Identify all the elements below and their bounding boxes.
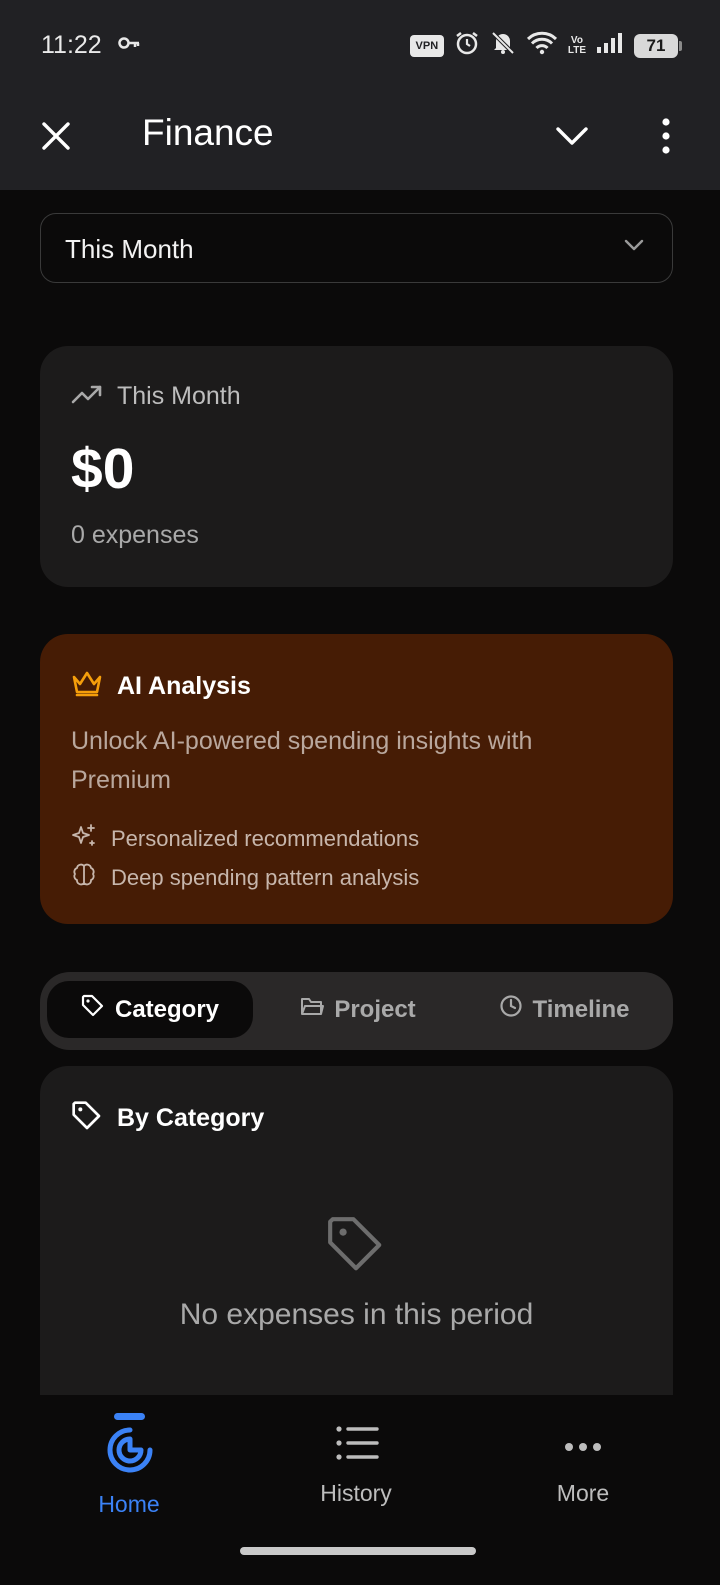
nav-history[interactable]: History [236,1395,476,1535]
ai-analysis-header: AI Analysis [71,670,251,703]
view-tabs: Category Project Timeline [40,972,673,1050]
gesture-handle[interactable] [240,1547,476,1555]
period-select-value: This Month [65,234,194,264]
summary-amount: $0 [71,437,135,501]
volte-top: Vo [570,34,583,46]
empty-state-text: No expenses in this period [179,1298,534,1331]
volte-bottom: LTE [567,44,586,56]
ai-analysis-description: Unlock AI-powered spending insights with… [71,727,533,794]
tab-label: Timeline [532,995,630,1023]
chevron-down-icon [555,125,589,152]
status-time: 11:22 [41,31,102,59]
clock-icon [499,994,523,1025]
summary-count: 0 expenses [71,521,199,549]
by-category-header: By Category [71,1100,264,1137]
crown-icon [71,670,103,703]
vpn-icon: VPN [409,34,444,57]
tab-project[interactable]: Project [258,981,458,1038]
close-icon [41,121,71,156]
feature-item: Deep spending pattern analysis [71,862,419,894]
active-indicator [114,1413,145,1420]
overflow-menu-button[interactable] [648,114,684,162]
signal-icon [596,32,624,59]
by-category-title: By Category [117,1104,265,1132]
status-icons: VPN Vo LTE 71 [409,30,682,61]
tag-icon [325,1214,387,1281]
feature-label: Personalized recommendations [111,826,420,851]
ai-analysis-title: AI Analysis [117,672,251,700]
nav-history-label: History [320,1480,392,1506]
more-horizontal-icon [564,1439,602,1457]
bell-off-icon [490,30,516,61]
nav-home[interactable]: Home [9,1395,249,1535]
summary-label: This Month [117,382,241,410]
period-select[interactable]: This Month [40,213,673,283]
volte-icon: Vo LTE [567,34,586,56]
tag-icon [71,1100,103,1137]
summary-card: This Month $0 0 expenses [40,346,673,587]
summary-header: This Month [71,382,241,411]
key-icon [118,36,140,55]
nav-more[interactable]: More [463,1395,703,1535]
nav-home-label: Home [98,1491,160,1517]
brain-icon [71,862,97,894]
more-vertical-icon [661,117,671,159]
gesture-area [0,1535,720,1585]
ai-analysis-card[interactable]: AI Analysis Unlock AI-powered spending i… [40,634,673,924]
bottom-navigation: Home History More [0,1395,720,1535]
folder-icon [300,995,325,1024]
chevron-down-icon [624,238,644,257]
sparkles-icon [71,823,97,855]
tag-icon [81,994,105,1025]
app-bar: Finance [0,92,720,190]
tab-label: Project [334,995,416,1023]
feature-item: Personalized recommendations [71,823,419,855]
tab-category[interactable]: Category [47,981,253,1038]
battery-icon: 71 [634,33,682,58]
status-bar: 11:22 VPN Vo LTE 71 [0,0,720,92]
feature-label: Deep spending pattern analysis [111,865,420,890]
list-icon [335,1425,379,1466]
collapse-button[interactable] [548,116,596,160]
close-button[interactable] [34,116,78,160]
page-title: Finance [142,112,274,153]
wifi-icon [526,31,558,60]
nav-more-label: More [556,1480,610,1506]
by-category-card: By Category No expenses in this period [40,1066,673,1406]
pie-chart-icon [105,1425,155,1480]
tab-timeline[interactable]: Timeline [462,981,666,1038]
alarm-icon [454,30,480,61]
tab-label: Category [114,995,220,1023]
trending-up-icon [71,383,103,410]
